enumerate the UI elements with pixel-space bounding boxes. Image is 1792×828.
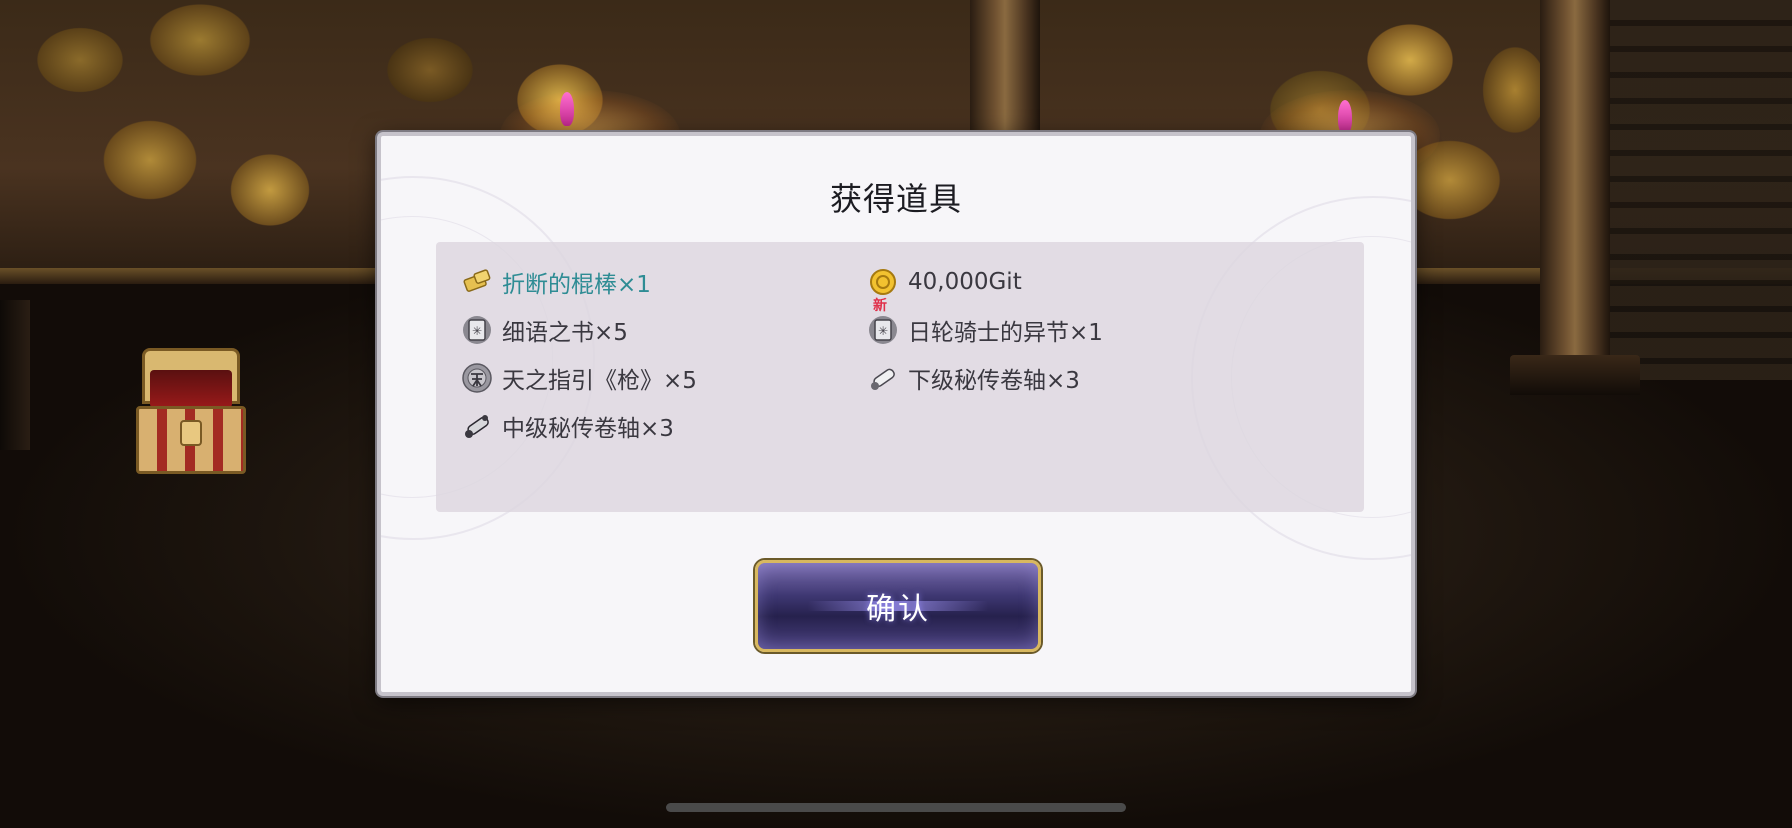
lock-icon: [180, 420, 202, 446]
left-edge-object: [0, 300, 30, 450]
dialog-title: 获得道具: [829, 180, 962, 218]
book-icon: 新 ✳: [867, 299, 899, 346]
list-item[interactable]: 中级秘传卷轴×3: [461, 408, 674, 444]
items-list-panel: 折断的棍棒×1 40,000Git ✳ 细语之书×5 新 ✳ 日轮骑士的异节×1…: [436, 242, 1364, 512]
home-indicator-bar[interactable]: [666, 803, 1126, 812]
list-item[interactable]: 新 ✳ 日轮骑士的异节×1: [867, 299, 1103, 348]
pink-flame: [560, 92, 574, 126]
svg-text:✳: ✳: [878, 324, 888, 338]
confirm-button-label: 确认: [866, 592, 930, 627]
item-label: 40,000Git: [908, 269, 1022, 295]
item-label: 中级秘传卷轴×3: [502, 416, 674, 442]
confirm-button[interactable]: 确认: [755, 560, 1041, 652]
new-badge: 新: [873, 298, 887, 314]
item-label: 日轮骑士的异节×1: [908, 320, 1103, 346]
chest-interior: [150, 370, 232, 408]
item-label: 折断的棍棒×1: [502, 272, 651, 298]
list-item[interactable]: 天之指引《枪》×5: [461, 360, 697, 396]
stairs: [1610, 0, 1792, 380]
treasure-chest[interactable]: [136, 348, 246, 474]
list-item[interactable]: 40,000Git: [867, 264, 1022, 300]
pillar-base: [1510, 355, 1640, 395]
svg-text:✳: ✳: [472, 324, 482, 338]
pink-flame: [1338, 100, 1352, 134]
stone-pillar: [1540, 0, 1610, 360]
list-item[interactable]: 下级秘传卷轴×3: [867, 360, 1080, 396]
broken-stick-icon: [461, 266, 493, 298]
scroll-icon: [867, 362, 899, 394]
gold-coin-icon: [867, 266, 899, 298]
item-label: 下级秘传卷轴×3: [908, 368, 1080, 394]
game-scene: 获得道具 折断的棍棒×1 40,000Git ✳ 细语之书×5 新 ✳ 日轮骑士…: [0, 0, 1792, 828]
scroll-dark-icon: [461, 410, 493, 442]
item-acquired-dialog: 获得道具 折断的棍棒×1 40,000Git ✳ 细语之书×5 新 ✳ 日轮骑士…: [377, 132, 1415, 696]
item-label: 天之指引《枪》×5: [502, 368, 697, 394]
list-item[interactable]: 折断的棍棒×1: [461, 264, 651, 300]
list-item[interactable]: ✳ 细语之书×5: [461, 312, 628, 348]
item-label: 细语之书×5: [502, 320, 628, 346]
book-icon: ✳: [461, 314, 493, 346]
sky-medal-icon: [461, 362, 493, 394]
